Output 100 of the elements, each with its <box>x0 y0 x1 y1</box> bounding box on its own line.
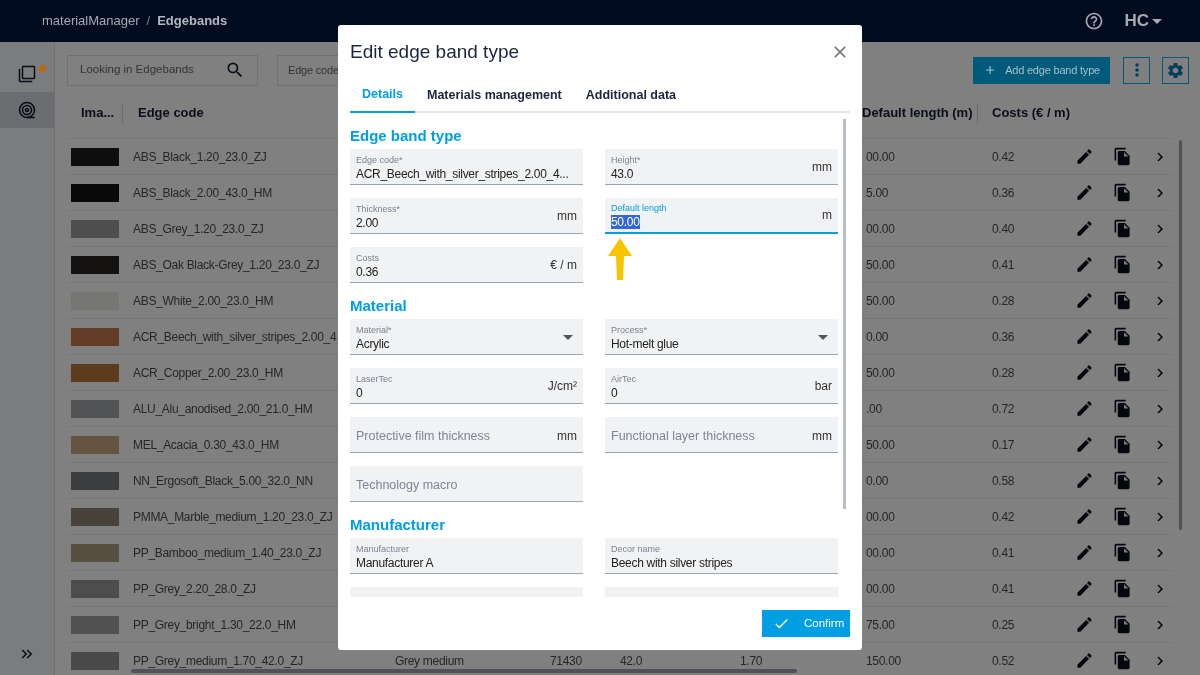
table-cell-text: 0.41 <box>992 544 1016 562</box>
edit-icon[interactable] <box>1075 615 1094 634</box>
edit-icon[interactable] <box>1075 543 1094 562</box>
tab[interactable]: Additional data <box>573 77 689 113</box>
logo-menu[interactable]: HC <box>1124 8 1162 34</box>
select-field[interactable]: Process* Hot-melt glue <box>605 319 838 355</box>
edit-icon[interactable] <box>1075 219 1094 238</box>
table-cell-text: 0.41 <box>992 580 1016 598</box>
table-cell-text: 0.40 <box>992 220 1016 238</box>
edit-icon[interactable] <box>1075 147 1094 166</box>
table-cell-text: ABS_Oak Black-Grey_1.20_23.0_ZJ <box>133 256 321 274</box>
more-icon <box>1134 63 1139 77</box>
settings-icon <box>1166 60 1185 80</box>
input-field[interactable]: Edge code* ACR_Beech_with_silver_stripes_2.00_4... <box>350 149 583 185</box>
table-cell-text: ABS_Black_1.20_23.0_ZJ <box>133 148 268 166</box>
breadcrumb-separator: / <box>146 12 151 31</box>
section-heading: Manufacturer <box>350 515 447 535</box>
section-heading: Material <box>350 296 408 316</box>
table-cell-text: PP_Bamboo_medium_1.40_23.0_ZJ <box>133 544 323 562</box>
copy-icon[interactable] <box>1113 147 1132 166</box>
edit-icon[interactable] <box>1075 291 1094 310</box>
copy-icon[interactable] <box>1113 363 1132 382</box>
table-cell-text: 150.00 <box>866 652 902 670</box>
table-cell-text: 0.00 <box>866 328 890 346</box>
edit-icon[interactable] <box>1075 579 1094 598</box>
table-cell-text: 50.00 <box>866 292 896 310</box>
edit-icon[interactable] <box>1075 507 1094 526</box>
table-cell-text: ABS_White_2.00_23.0_HM <box>133 292 275 310</box>
copy-icon[interactable] <box>1113 471 1132 490</box>
windows-icon <box>18 65 36 83</box>
copy-icon[interactable] <box>1113 507 1132 526</box>
table-cell-text: 00.00 <box>866 220 896 238</box>
input-field[interactable]: Costs 0.36 € / m <box>350 247 583 283</box>
table-cell-text: 00.00 <box>866 148 896 166</box>
table-cell-text: Grey medium <box>395 652 465 670</box>
copy-icon[interactable] <box>1113 183 1132 202</box>
copy-icon[interactable] <box>1113 399 1132 418</box>
copy-icon[interactable] <box>1113 435 1132 454</box>
copy-icon[interactable] <box>1113 291 1132 310</box>
copy-icon[interactable] <box>1113 615 1132 634</box>
roll-icon <box>18 101 36 119</box>
help-icon[interactable] <box>1084 11 1105 31</box>
copy-icon[interactable] <box>1113 255 1132 274</box>
edit-icon[interactable] <box>1075 471 1094 490</box>
copy-icon[interactable] <box>1113 327 1132 346</box>
table-cell-text: PMMA_Marble_medium_1.20_23.0_ZJ <box>133 508 334 526</box>
input-field[interactable]: Protective film thickness mm <box>350 417 583 453</box>
column-header[interactable]: Costs (€ / m) <box>978 103 1070 123</box>
tab[interactable]: Materials management <box>415 77 574 113</box>
select-field[interactable]: Material* Acrylic <box>350 319 583 355</box>
add-edge-band-button[interactable]: Add edge band type <box>973 56 1110 84</box>
input-field[interactable]: Default length 50.00 m <box>605 198 838 234</box>
table-cell-text: 75.00 <box>866 616 896 634</box>
table-cell-text: 0.28 <box>992 292 1016 310</box>
table-cell-text: 0.17 <box>992 436 1016 454</box>
table-cell-text: 71430 <box>550 652 583 670</box>
column-header[interactable]: Ima... <box>67 103 123 123</box>
table-cell-text: ALU_Alu_anodised_2.00_21.0_HM <box>133 400 314 418</box>
table-cell-text: PP_Grey_2.20_28.0_ZJ <box>133 580 257 598</box>
scrollbar[interactable] <box>843 119 846 509</box>
horizontal-scrollbar[interactable] <box>131 669 797 673</box>
copy-icon[interactable] <box>1113 543 1132 562</box>
input-field[interactable]: Thickness* 2.00 mm <box>350 198 583 234</box>
input-field[interactable]: Decor name Beech with silver stripes <box>605 538 838 574</box>
input-field[interactable]: Manufacturer Manufacturer A <box>350 538 583 574</box>
copy-icon[interactable] <box>1113 651 1132 670</box>
table-cell-text: PP_Grey_medium_1.70_42.0_ZJ <box>133 652 304 670</box>
table-cell-text: 42.0 <box>620 652 644 670</box>
input-field[interactable]: Functional layer thickness mm <box>605 417 838 453</box>
table-cell-text: ABS_Grey_1.20_23.0_ZJ <box>133 220 265 238</box>
copy-icon[interactable] <box>1113 219 1132 238</box>
table-cell-text: ACR_Copper_2.00_23.0_HM <box>133 364 284 382</box>
input-field[interactable]: AirTec 0 bar <box>605 368 838 404</box>
input-field[interactable]: LaserTec 0 J/cm² <box>350 368 583 404</box>
vertical-scrollbar[interactable] <box>1179 140 1182 530</box>
edit-icon[interactable] <box>1075 399 1094 418</box>
input-field[interactable]: Height* 43.0 mm <box>605 149 838 185</box>
edit-icon[interactable] <box>1075 651 1094 670</box>
edit-icon[interactable] <box>1075 363 1094 382</box>
table-cell-text: 0.36 <box>992 328 1016 346</box>
annotation-arrow <box>607 238 633 280</box>
table-cell-text: 50.00 <box>866 436 896 454</box>
edit-icon[interactable] <box>1075 435 1094 454</box>
section-heading: Edge band type <box>350 126 463 146</box>
table-cell-text: 1.70 <box>740 652 764 670</box>
table-cell-text: 00.00 <box>866 580 896 598</box>
copy-icon[interactable] <box>1113 579 1132 598</box>
caret-icon <box>818 335 828 340</box>
edit-icon[interactable] <box>1075 183 1094 202</box>
settings-button[interactable] <box>1162 56 1189 84</box>
edit-icon[interactable] <box>1075 255 1094 274</box>
sidebar-item[interactable] <box>0 92 54 128</box>
table-cell-text: 0.25 <box>992 616 1016 634</box>
table-cell-text: 0.28 <box>992 364 1016 382</box>
caret-icon <box>563 335 573 340</box>
table-cell-text: NN_Ergosoft_Black_5.00_32.0_NN <box>133 472 314 490</box>
edit-icon[interactable] <box>1075 327 1094 346</box>
table-cell-text: ACR_Beech_with_silver_stripes_2.00_4 <box>133 328 338 346</box>
breadcrumb-item[interactable]: materialManager <box>42 11 140 31</box>
table-cell-text: 0.72 <box>992 400 1016 418</box>
